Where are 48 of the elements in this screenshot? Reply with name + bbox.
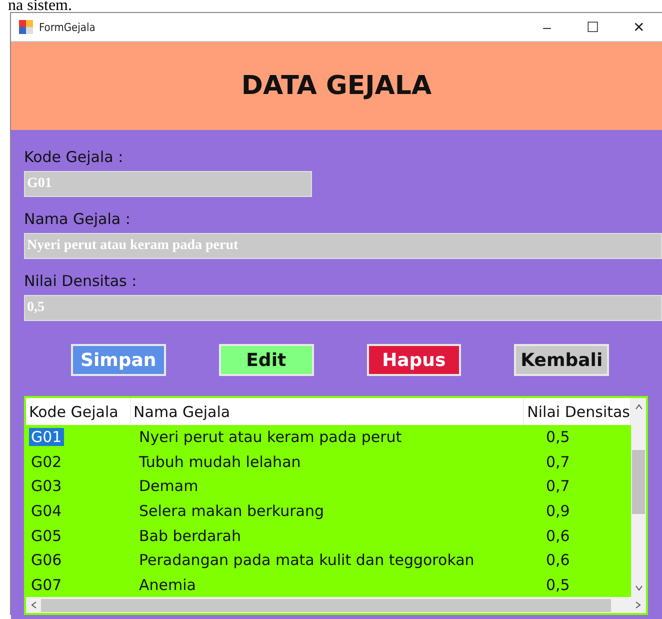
scroll-thumb[interactable] (41, 598, 611, 612)
table-cell: G01 (29, 428, 64, 446)
table-cell-text: 0,6 (545, 551, 571, 570)
table-cell-text: Nyeri perut atau keram pada perut (138, 428, 403, 446)
table-cell-text: Demam (138, 477, 200, 496)
horizontal-scrollbar[interactable] (26, 597, 646, 614)
field-label: Kode Gejala : (24, 147, 124, 168)
scroll-thumb[interactable] (632, 450, 645, 514)
table-cell-text: 0,5 (545, 576, 571, 594)
table-cell-text: 0,9 (545, 502, 571, 520)
field-label: Nama Gejala : (24, 209, 132, 230)
scroll-left-icon[interactable] (31, 601, 37, 610)
maximize-button[interactable]: ☐ (570, 13, 616, 41)
table-cell-text: G06 (30, 551, 63, 570)
table-row[interactable]: G01 Nyeri perut atau keram pada perut 0,5 (26, 425, 631, 450)
table-cell-text: G04 (30, 502, 63, 520)
close-button[interactable]: ✕ (616, 13, 662, 41)
table-cell-text: Tubuh mudah lelahan (138, 452, 302, 471)
table-row[interactable]: G04 Selera makan berkurang 0,9 (26, 498, 631, 524)
table-cell-text: 0,6 (545, 526, 571, 545)
table-cell-text: Selera makan berkurang (138, 502, 326, 520)
table-cell-text: G07 (30, 576, 63, 594)
table-cell-text: Bab berdarah (138, 526, 242, 545)
table-cell-text: 0,7 (545, 477, 571, 496)
action-button[interactable]: Edit (218, 344, 314, 376)
scroll-down-icon[interactable] (634, 585, 642, 592)
table-row[interactable]: G05 Bab berdarah 0,6 (26, 523, 631, 548)
action-button[interactable]: Kembali (514, 344, 609, 376)
table-row[interactable]: G03 Demam 0,7 (26, 474, 631, 499)
form-title: DATA GEJALA (241, 71, 432, 101)
action-button[interactable]: Hapus (366, 344, 462, 376)
scroll-right-icon[interactable] (635, 601, 641, 610)
app-icon (19, 20, 33, 34)
table-row[interactable]: G07 Anemia 0,5 (26, 572, 631, 598)
window-title: FormGejala (39, 20, 96, 34)
vertical-scrollbar[interactable] (631, 398, 646, 598)
field-label: Nilai Densitas : (24, 271, 138, 292)
scroll-up-icon[interactable] (634, 404, 642, 410)
minimize-button[interactable]: – (524, 13, 570, 41)
table-cell-text: G03 (30, 477, 63, 496)
table-cell-text: 0,7 (545, 452, 571, 471)
table-cell-text: 0,5 (545, 428, 571, 446)
table-row[interactable]: G02 Tubuh mudah lelahan 0,7 (26, 450, 631, 474)
table-cell-text: Anemia (138, 576, 197, 594)
table-cell-text: G02 (30, 452, 63, 471)
table-cell-text: Peradangan pada mata kulit dan teggorokan (138, 551, 476, 570)
table-row[interactable]: G06 Peradangan pada mata kulit dan teggorokan 0,6 (26, 548, 631, 573)
table-cell-text: G05 (30, 526, 63, 545)
